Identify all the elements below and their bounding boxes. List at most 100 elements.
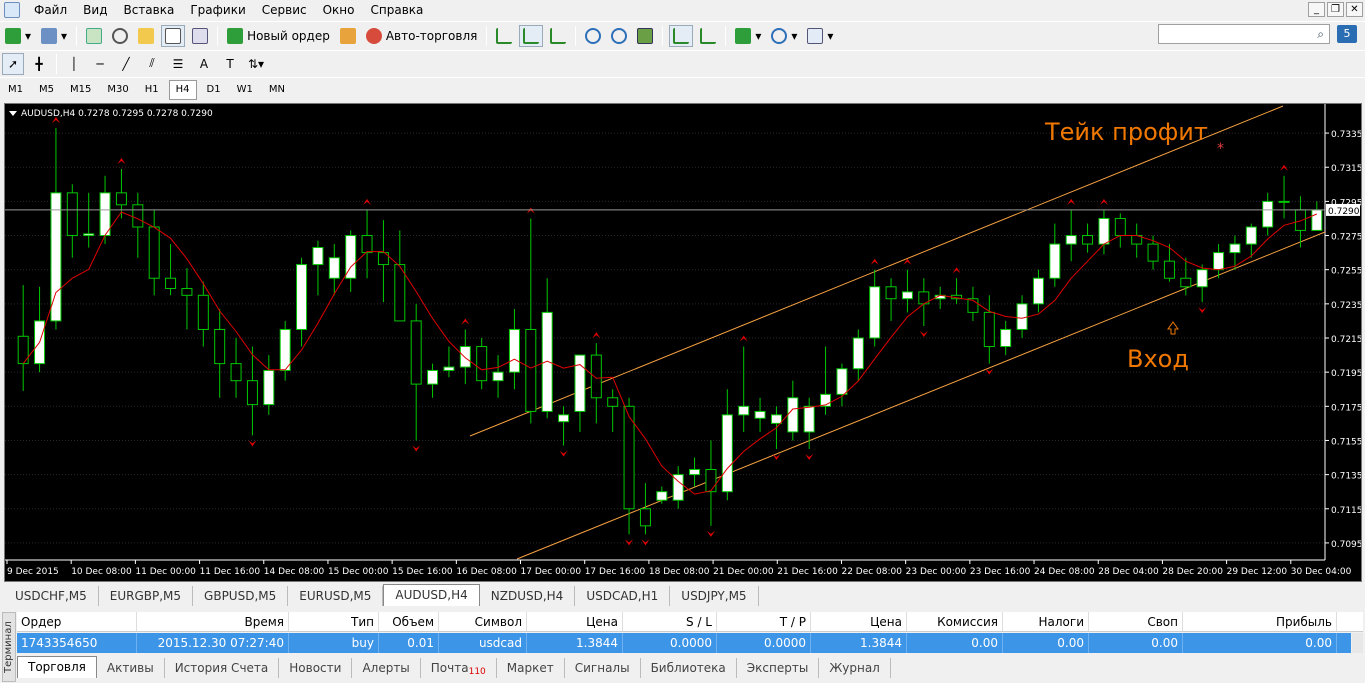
candle-body: [1213, 252, 1225, 271]
search-input[interactable]: ⌕: [1158, 24, 1330, 44]
chart-tab[interactable]: EURGBP,M5: [99, 586, 194, 606]
arrows-button[interactable]: ⇅▾: [245, 53, 267, 75]
favorites-button[interactable]: [135, 25, 157, 47]
new-chart-button[interactable]: ▾: [2, 25, 34, 47]
notifications-badge[interactable]: 5: [1337, 25, 1357, 43]
indicators-button[interactable]: ▾: [732, 25, 764, 47]
market-watch-button[interactable]: [83, 25, 105, 47]
terminal-tab[interactable]: Сигналы: [565, 658, 641, 678]
horizontal-line-button[interactable]: ─: [89, 53, 111, 75]
candle-body: [181, 287, 193, 296]
auto-scroll-button[interactable]: [669, 24, 694, 47]
auto-trading-button[interactable]: Авто-торговля: [363, 25, 481, 47]
candle-body: [558, 414, 570, 423]
column-header[interactable]: Комиссия: [907, 612, 1003, 631]
chart-tab[interactable]: GBPUSD,M5: [193, 586, 289, 606]
column-header[interactable]: Символ: [439, 612, 527, 631]
vertical-scrollbar[interactable]: [1352, 633, 1363, 653]
chart-tab[interactable]: AUDUSD,H4: [383, 584, 480, 606]
terminal-tab[interactable]: Библиотека: [641, 658, 737, 678]
terminal-tab[interactable]: Новости: [279, 658, 353, 678]
order-row[interactable]: 1743354650 2015.12.30 07:27:40 buy 0.01 usdc…: [17, 633, 1363, 653]
terminal-tab[interactable]: Алерты: [352, 658, 421, 678]
timeframe-m30[interactable]: M30: [101, 80, 134, 100]
column-header[interactable]: Ордер: [17, 612, 137, 631]
menu-help[interactable]: Справка: [363, 0, 432, 20]
crosshair-button[interactable]: ╋: [28, 53, 50, 75]
timeframe-m15[interactable]: M15: [64, 80, 97, 100]
separator: [662, 25, 664, 46]
cursor-button[interactable]: ➚: [2, 52, 24, 75]
column-header[interactable]: Время: [137, 612, 289, 631]
close-icon[interactable]: ✕: [1346, 2, 1363, 17]
terminal-tab[interactable]: Маркет: [497, 658, 565, 678]
menu-file[interactable]: Файл: [26, 0, 75, 20]
candle-body: [214, 328, 226, 365]
timeframe-m5[interactable]: M5: [33, 80, 60, 100]
search-icon[interactable]: ⌕: [1317, 27, 1324, 42]
terminal-tab[interactable]: Торговля: [17, 656, 97, 678]
candlestick-button[interactable]: [519, 24, 544, 47]
text-label-button[interactable]: T: [219, 53, 241, 75]
chart-tab[interactable]: USDCHF,M5: [4, 586, 99, 606]
timeframe-mn[interactable]: MN: [263, 80, 291, 100]
text-button[interactable]: A: [193, 53, 215, 75]
fibonacci-icon: ☰: [172, 56, 184, 71]
column-header[interactable]: Своп: [1089, 612, 1183, 631]
terminal-tab[interactable]: Активы: [97, 658, 165, 678]
timeframe-h4[interactable]: H4: [168, 79, 197, 100]
y-tick-label: 0.7235: [1331, 301, 1361, 311]
minimize-icon[interactable]: _: [1308, 2, 1325, 17]
y-tick-label: 0.7215: [1331, 335, 1361, 345]
navigator-button[interactable]: [109, 25, 131, 47]
bar-chart-button[interactable]: [493, 25, 515, 47]
timeframe-h1[interactable]: H1: [139, 80, 165, 100]
column-header[interactable]: Тип: [289, 612, 379, 631]
column-header[interactable]: S / L: [623, 612, 717, 631]
timeframe-m1[interactable]: M1: [2, 80, 29, 100]
menu-window[interactable]: Окно: [315, 0, 363, 20]
terminal-tab[interactable]: Эксперты: [737, 658, 820, 678]
terminal-tab[interactable]: Журнал: [819, 658, 891, 678]
chart-tab[interactable]: USDCAD,H1: [575, 586, 671, 606]
x-tick-label: 14 Dec 08:00: [264, 567, 325, 577]
restore-icon[interactable]: ❐: [1327, 2, 1344, 17]
chart-tab[interactable]: EURUSD,M5: [288, 586, 384, 606]
line-chart-button[interactable]: [547, 25, 569, 47]
fibonacci-button[interactable]: ☰: [167, 53, 189, 75]
tester-button[interactable]: [189, 25, 211, 47]
column-header[interactable]: Прибыль: [1183, 612, 1337, 631]
menu-insert[interactable]: Вставка: [115, 0, 182, 20]
metaeditor-button[interactable]: [337, 25, 359, 47]
star-icon: [138, 27, 155, 44]
terminal-tab[interactable]: История Счета: [165, 658, 280, 678]
chart-window[interactable]: 0.7335 0.7315 0.7295 0.7275 0.7255 0.7235 0.72…: [4, 103, 1362, 582]
price-chart[interactable]: 0.73350.73150.72950.72750.72550.72350.72…: [5, 104, 1361, 581]
timeframe-d1[interactable]: D1: [201, 80, 227, 100]
periods-button[interactable]: ▾: [768, 25, 800, 47]
terminal-button[interactable]: [161, 24, 186, 47]
menu-tools[interactable]: Сервис: [254, 0, 315, 20]
column-header[interactable]: Цена: [811, 612, 907, 631]
zoom-out-button[interactable]: [608, 25, 630, 47]
trendline-button[interactable]: ╱: [115, 53, 137, 75]
profiles-button[interactable]: ▾: [38, 25, 70, 47]
chart-tab[interactable]: USDJPY,M5: [670, 586, 759, 606]
column-header[interactable]: T / P: [717, 612, 811, 631]
timeframe-w1[interactable]: W1: [231, 80, 259, 100]
vertical-line-button[interactable]: │: [63, 53, 85, 75]
column-header[interactable]: Цена: [527, 612, 623, 631]
menu-view[interactable]: Вид: [75, 0, 115, 20]
tile-windows-button[interactable]: [634, 25, 656, 47]
app-icon: [4, 2, 20, 18]
menu-charts[interactable]: Графики: [182, 0, 253, 20]
equidistant-channel-button[interactable]: ⫽: [141, 53, 163, 75]
column-header[interactable]: Объем: [379, 612, 439, 631]
zoom-in-button[interactable]: [582, 25, 604, 47]
chart-shift-button[interactable]: [697, 25, 719, 47]
column-header[interactable]: Налоги: [1003, 612, 1089, 631]
templates-button[interactable]: ▾: [804, 25, 836, 47]
chart-tab[interactable]: NZDUSD,H4: [480, 586, 576, 606]
terminal-tab[interactable]: Почта110: [421, 658, 497, 678]
new-order-button[interactable]: Новый ордер: [224, 25, 333, 47]
